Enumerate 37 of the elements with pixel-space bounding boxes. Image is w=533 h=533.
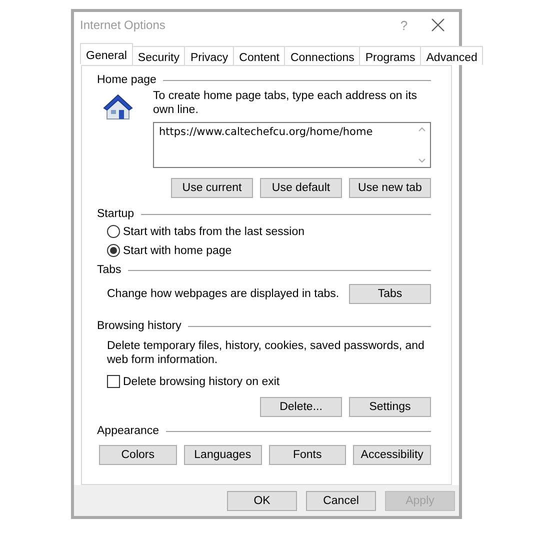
checkbox[interactable]	[107, 375, 120, 388]
instruction-text: To create home page tabs, type each address on its own line.	[153, 89, 418, 117]
description-text: Change how webpages are displayed in tabs.	[107, 288, 340, 300]
group-heading: Tabs	[97, 264, 122, 276]
option-label: Start with tabs from the last session	[123, 226, 305, 238]
button[interactable]: Use new tab	[349, 178, 431, 198]
scroll-up-icon	[418, 127, 426, 132]
group-heading: Browsing history	[97, 320, 182, 332]
group-heading: Startup	[97, 208, 134, 220]
button[interactable]: Use current	[171, 178, 253, 198]
close-icon[interactable]	[431, 18, 445, 32]
radio-button[interactable]	[107, 244, 120, 257]
scroll-down-icon	[418, 158, 426, 163]
tab[interactable]: General	[80, 43, 133, 64]
button[interactable]: Languages	[184, 445, 262, 465]
tab[interactable]: Privacy	[184, 46, 234, 65]
radio-button[interactable]	[107, 225, 120, 238]
group-heading: Appearance	[97, 425, 160, 437]
button[interactable]: Settings	[349, 397, 431, 417]
button[interactable]: Use default	[260, 178, 342, 198]
tab[interactable]: Advanced	[420, 46, 484, 65]
button[interactable]: Accessibility	[353, 445, 431, 465]
option-label: Start with home page	[123, 244, 232, 256]
window-title: Internet Options	[80, 18, 166, 32]
button[interactable]: Colors	[99, 445, 177, 465]
button[interactable]: Fonts	[268, 445, 346, 465]
group-heading: Home page	[97, 74, 156, 86]
house-icon	[103, 93, 133, 121]
description-text: Delete temporary files, history, cookies, saved passwords, and web form information.	[107, 339, 426, 367]
button[interactable]: Cancel	[306, 490, 376, 510]
tab[interactable]: Security	[132, 46, 186, 65]
address-field[interactable]: https://www.caltechefcu.org/home/home	[153, 122, 431, 168]
checkbox-label: Delete browsing history on exit	[123, 376, 280, 388]
button[interactable]: Delete...	[260, 397, 342, 417]
tab[interactable]: Programs	[359, 46, 422, 65]
button[interactable]: OK	[227, 490, 297, 510]
button[interactable]: Tabs	[349, 284, 431, 304]
